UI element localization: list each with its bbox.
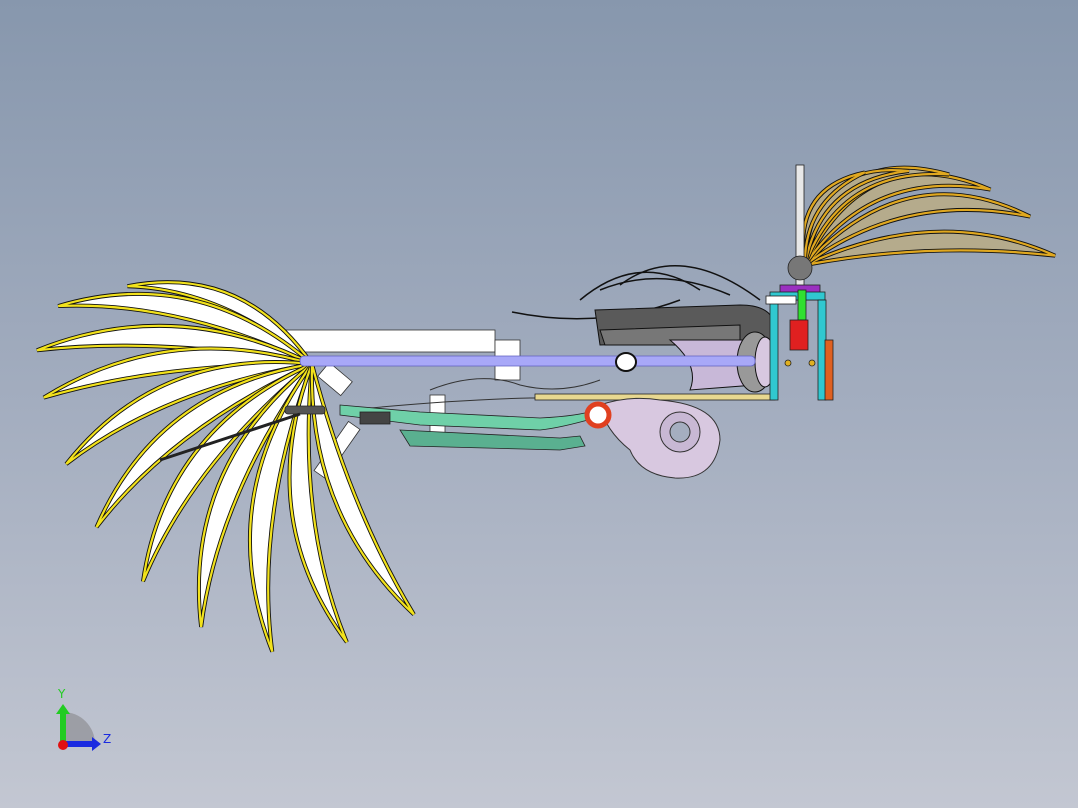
rod-joint xyxy=(615,352,637,372)
triad-quadrant xyxy=(63,712,95,744)
3d-model-assembly[interactable] xyxy=(36,134,1056,653)
nacelle xyxy=(594,304,776,393)
tail-feathers xyxy=(36,280,416,653)
torus-housing xyxy=(599,397,721,479)
red-ring xyxy=(584,401,612,429)
y-axis-arrowhead xyxy=(56,704,70,714)
cad-viewport[interactable] xyxy=(0,0,1078,808)
z-axis-label: Z xyxy=(103,732,112,746)
z-axis-arrowhead xyxy=(92,737,101,751)
main-rod xyxy=(299,355,756,367)
y-axis-label: Y xyxy=(58,687,66,701)
y-axis-arrow xyxy=(60,712,66,744)
orientation-triad xyxy=(56,704,101,751)
wing-feathers xyxy=(801,165,1056,267)
x-axis-dot xyxy=(58,740,68,750)
